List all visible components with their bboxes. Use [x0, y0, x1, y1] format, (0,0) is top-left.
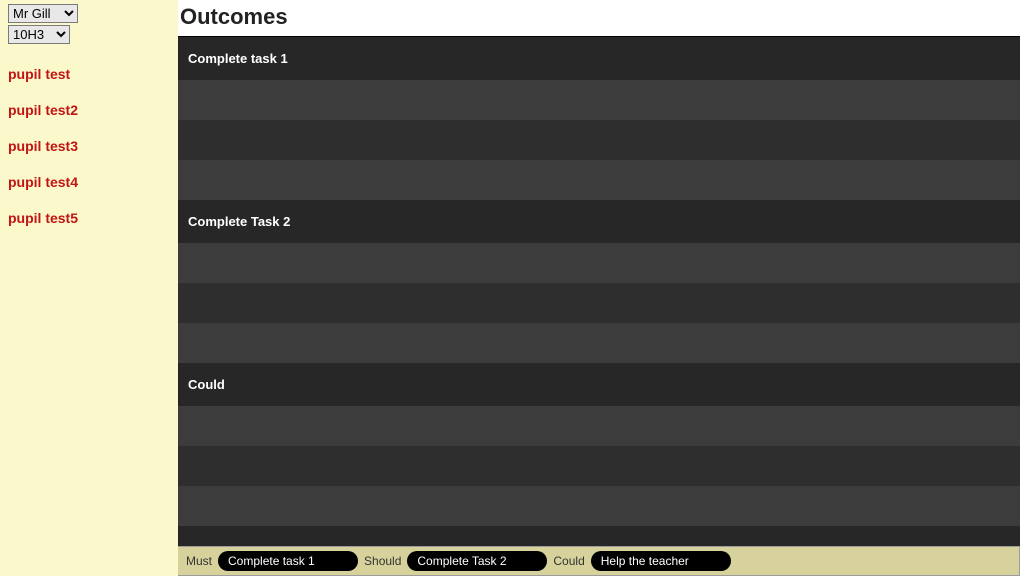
pupil-link[interactable]: pupil test2	[8, 102, 170, 118]
must-input[interactable]	[218, 551, 358, 571]
table-row	[178, 160, 1020, 200]
pupil-link[interactable]: pupil test3	[8, 138, 170, 154]
should-label: Should	[364, 554, 401, 568]
pupil-link[interactable]: pupil test	[8, 66, 170, 82]
table-row	[178, 446, 1020, 486]
pupil-link[interactable]: pupil test5	[8, 210, 170, 226]
main-content: Outcomes Complete task 1 Complete Task 2…	[178, 0, 1020, 576]
table-row	[178, 283, 1020, 323]
table-row	[178, 323, 1020, 363]
should-input[interactable]	[407, 551, 547, 571]
could-input[interactable]	[591, 551, 731, 571]
outcome-could-title: Could	[178, 363, 1020, 406]
page-title: Outcomes	[178, 4, 1020, 30]
must-label: Must	[186, 554, 212, 568]
sidebar: Mr Gill 10H3 pupil test pupil test2 pupi…	[0, 0, 178, 576]
pupil-list: pupil test pupil test2 pupil test3 pupil…	[8, 66, 170, 226]
table-row	[178, 80, 1020, 120]
could-label: Could	[553, 554, 584, 568]
outcome-must-title: Complete task 1	[178, 37, 1020, 80]
class-select[interactable]: 10H3	[8, 25, 70, 44]
table-row	[178, 120, 1020, 160]
table-row	[178, 486, 1020, 526]
table-row	[178, 406, 1020, 446]
outcome-should-title: Complete Task 2	[178, 200, 1020, 243]
pupil-link[interactable]: pupil test4	[8, 174, 170, 190]
table-row	[178, 243, 1020, 283]
outcome-entry-bar: Must Should Could	[178, 546, 1020, 576]
outcomes-panel: Complete task 1 Complete Task 2 Could	[178, 36, 1020, 546]
teacher-select[interactable]: Mr Gill	[8, 4, 78, 23]
